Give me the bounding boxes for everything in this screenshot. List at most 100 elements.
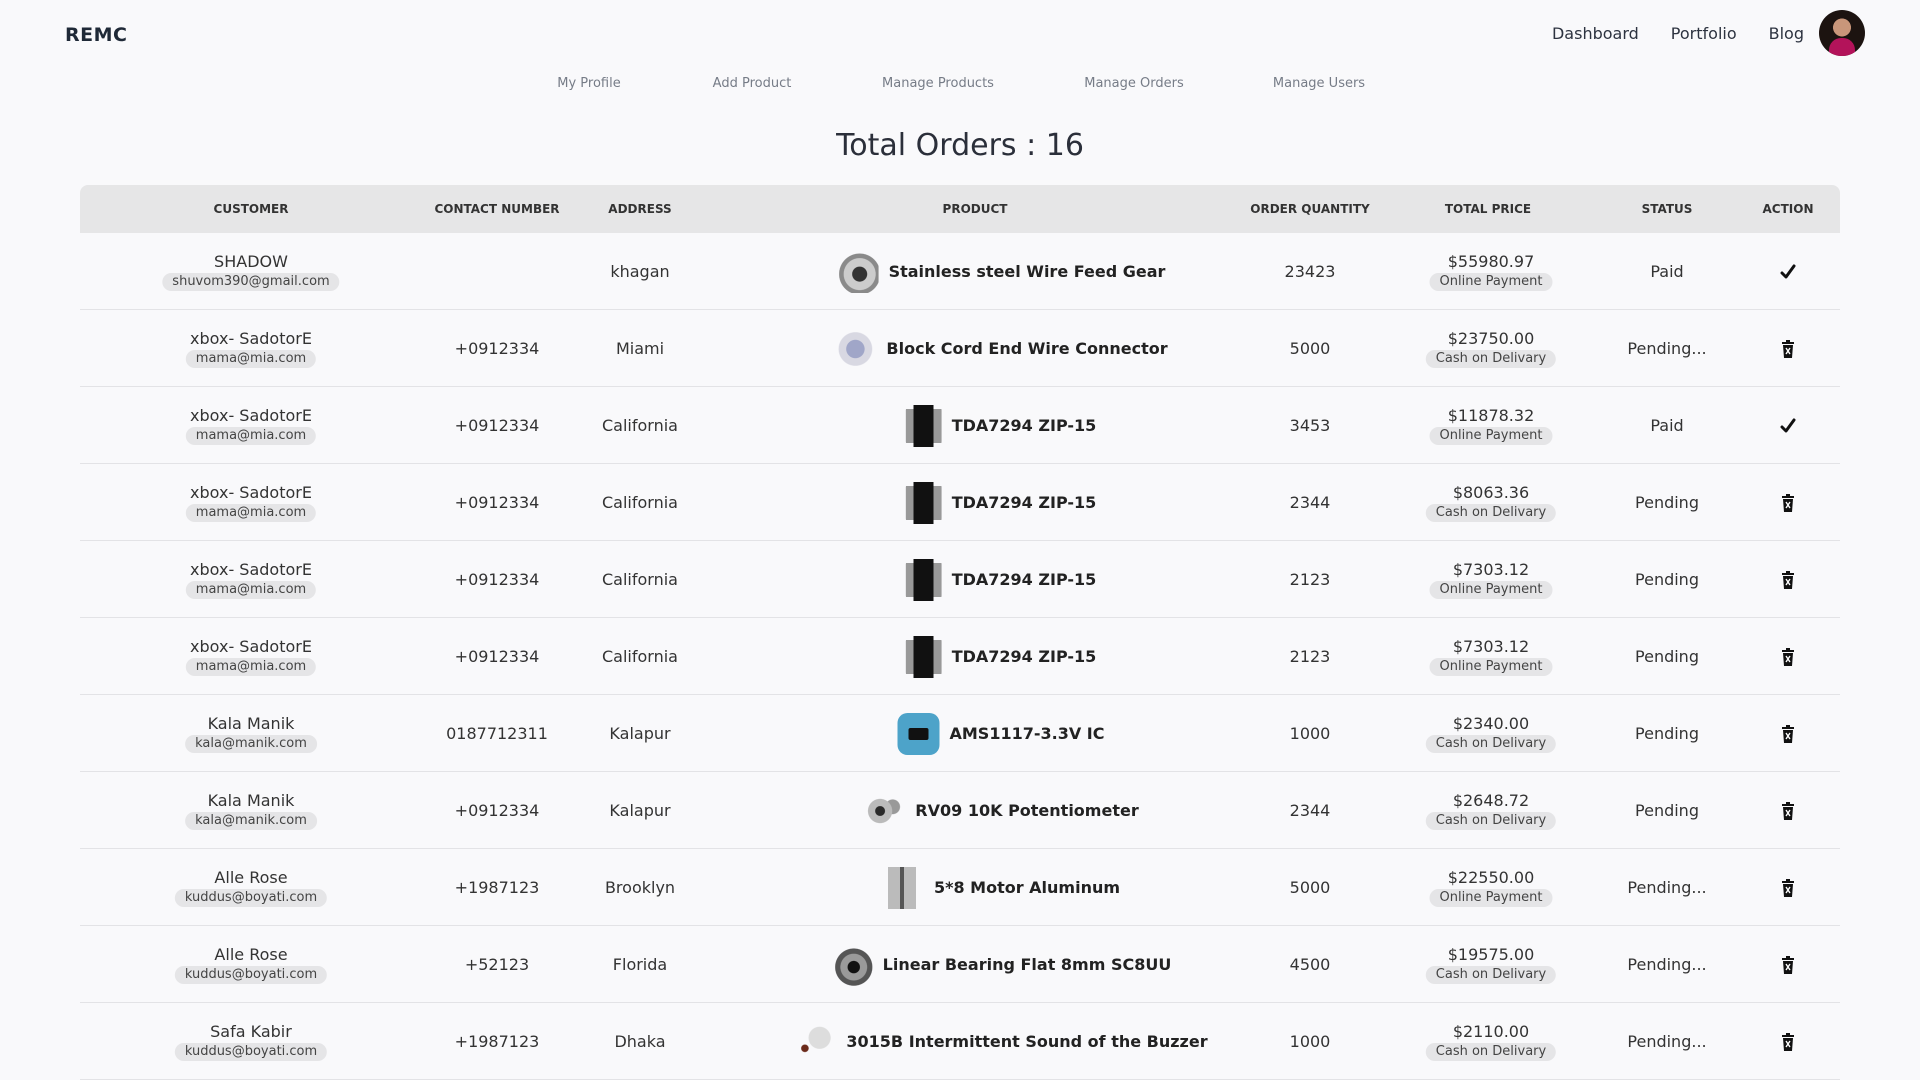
- table-row: xbox- SadotorE mama@mia.com +0912334 Califo…: [80, 541, 1840, 618]
- customer-name: Safa Kabir: [210, 1022, 292, 1041]
- order-quantity: 23423: [1284, 262, 1336, 281]
- contact-number: +52123: [464, 955, 530, 974]
- payment-method: Online Payment: [1429, 658, 1553, 676]
- address: Miami: [615, 339, 665, 358]
- customer-name: xbox- SadotorE: [190, 637, 312, 656]
- order-status: Pending: [1635, 724, 1699, 743]
- contact-number: +0912334: [454, 416, 540, 435]
- product-name: 5*8 Motor Aluminum: [933, 878, 1121, 897]
- customer-name: xbox- SadotorE: [190, 560, 312, 579]
- price-cell: $23750.00 Cash on Delivary: [1425, 310, 1557, 387]
- contact-number: +0912334: [454, 801, 540, 820]
- address: Dhaka: [614, 1032, 666, 1051]
- order-quantity: 2344: [1289, 493, 1331, 512]
- customer-name: Alle Rose: [214, 868, 288, 887]
- customer-name: Alle Rose: [214, 945, 288, 964]
- order-status: Pending...: [1627, 955, 1707, 974]
- delete-order-icon[interactable]: [1781, 618, 1795, 695]
- table-body: SHADOW shuvom390@gmail.com khagan Stainless…: [80, 233, 1840, 1080]
- product-image: [794, 1020, 837, 1063]
- customer-name: Kala Manik: [207, 791, 295, 810]
- delete-order-icon[interactable]: [1781, 310, 1795, 387]
- avatar[interactable]: [1819, 10, 1865, 56]
- product-name: TDA7294 ZIP-15: [951, 493, 1097, 512]
- contact-number: +0912334: [454, 647, 540, 666]
- order-status: Pending: [1635, 570, 1699, 589]
- address: California: [602, 570, 678, 589]
- product-cell: AMS1117-3.3V IC: [897, 695, 1105, 772]
- total-price: $19575.00: [1447, 945, 1535, 964]
- customer-cell: xbox- SadotorE mama@mia.com: [185, 618, 317, 695]
- table-row: Kala Manik kala@manik.com +0912334 Kalapur R…: [80, 772, 1840, 849]
- customer-cell: xbox- SadotorE mama@mia.com: [185, 464, 317, 541]
- nav-links: Dashboard Portfolio Blog: [1520, 10, 1865, 56]
- payment-method: Cash on Delivary: [1425, 350, 1557, 368]
- delete-order-icon[interactable]: [1781, 464, 1795, 541]
- customer-name: Kala Manik: [207, 714, 295, 733]
- column-header-price: TOTAL PRICE: [1444, 202, 1532, 216]
- delete-order-icon[interactable]: [1781, 849, 1795, 926]
- column-header-product: PRODUCT: [942, 202, 1008, 216]
- delete-order-icon[interactable]: [1781, 695, 1795, 772]
- delete-order-icon[interactable]: [1781, 1003, 1795, 1080]
- price-cell: $2340.00 Cash on Delivary: [1425, 695, 1557, 772]
- payment-method: Online Payment: [1429, 581, 1553, 599]
- total-price: $2110.00: [1452, 1022, 1530, 1041]
- subnav-manage-orders[interactable]: Manage Orders: [1084, 76, 1184, 91]
- address: Kalapur: [609, 801, 671, 820]
- customer-cell: xbox- SadotorE mama@mia.com: [185, 541, 317, 618]
- customer-email: kuddus@boyati.com: [174, 1043, 328, 1061]
- order-quantity: 2344: [1289, 801, 1331, 820]
- product-name: AMS1117-3.3V IC: [949, 724, 1105, 743]
- table-row: xbox- SadotorE mama@mia.com +0912334 Califo…: [80, 618, 1840, 695]
- column-header-action: ACTION: [1762, 202, 1814, 216]
- payment-method: Cash on Delivary: [1425, 812, 1557, 830]
- product-name: TDA7294 ZIP-15: [951, 647, 1097, 666]
- product-cell: TDA7294 ZIP-15: [905, 541, 1096, 618]
- total-price: $11878.32: [1447, 406, 1535, 425]
- total-price: $22550.00: [1447, 868, 1535, 887]
- table-row: SHADOW shuvom390@gmail.com khagan Stainless…: [80, 233, 1840, 310]
- total-price: $2648.72: [1452, 791, 1530, 810]
- nav-blog[interactable]: Blog: [1769, 24, 1804, 43]
- column-header-contact: CONTACT NUMBER: [434, 202, 560, 216]
- product-image: [905, 558, 942, 601]
- delete-order-icon[interactable]: [1781, 772, 1795, 849]
- customer-email: mama@mia.com: [185, 581, 317, 599]
- order-status: Pending: [1635, 801, 1699, 820]
- address: Brooklyn: [604, 878, 676, 897]
- payment-method: Online Payment: [1429, 427, 1553, 445]
- payment-method: Online Payment: [1429, 889, 1553, 907]
- nav-portfolio[interactable]: Portfolio: [1671, 24, 1737, 43]
- price-cell: $11878.32 Online Payment: [1429, 387, 1553, 464]
- table-row: Kala Manik kala@manik.com 0187712311 Kalapu…: [80, 695, 1840, 772]
- price-cell: $22550.00 Online Payment: [1429, 849, 1553, 926]
- customer-email: mama@mia.com: [185, 658, 317, 676]
- address: Florida: [612, 955, 668, 974]
- delete-order-icon[interactable]: [1781, 926, 1795, 1003]
- customer-email: mama@mia.com: [185, 427, 317, 445]
- product-cell: Stainless steel Wire Feed Gear: [836, 233, 1165, 310]
- total-price: $7303.12: [1452, 637, 1530, 656]
- subnav-manage-users[interactable]: Manage Users: [1273, 76, 1365, 91]
- customer-cell: Kala Manik kala@manik.com: [185, 772, 317, 849]
- column-header-status: STATUS: [1641, 202, 1693, 216]
- address: khagan: [610, 262, 670, 281]
- delete-order-icon[interactable]: [1781, 541, 1795, 618]
- table-row: Alle Rose kuddus@boyati.com +1987123 Brookl…: [80, 849, 1840, 926]
- total-price: $8063.36: [1452, 483, 1530, 502]
- subnav-add-product[interactable]: Add Product: [713, 76, 792, 91]
- customer-cell: Safa Kabir kuddus@boyati.com: [174, 1003, 328, 1080]
- contact-number: +0912334: [454, 339, 540, 358]
- product-image: [834, 327, 877, 370]
- nav-dashboard[interactable]: Dashboard: [1552, 24, 1639, 43]
- customer-email: kuddus@boyati.com: [174, 966, 328, 984]
- total-price: $7303.12: [1452, 560, 1530, 579]
- subnav-manage-products[interactable]: Manage Products: [882, 76, 994, 91]
- product-cell: Linear Bearing Flat 8mm SC8UU: [830, 926, 1171, 1003]
- price-cell: $8063.36 Cash on Delivary: [1425, 464, 1557, 541]
- subnav-my-profile[interactable]: My Profile: [557, 76, 620, 91]
- brand-logo[interactable]: REMC: [65, 24, 127, 46]
- address: California: [602, 493, 678, 512]
- total-price: $55980.97: [1447, 252, 1535, 271]
